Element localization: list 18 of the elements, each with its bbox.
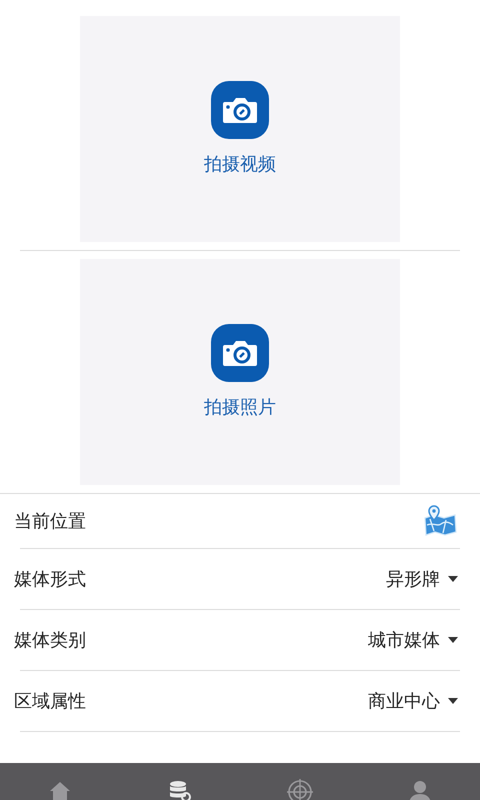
field-label: 当前位置: [14, 510, 86, 532]
dropdown[interactable]: 异形牌: [386, 566, 458, 592]
caret-icon: [448, 698, 458, 704]
field-label: 区域属性: [14, 690, 86, 712]
field-label: 媒体形式: [14, 568, 86, 590]
dropdown[interactable]: 商业中心: [368, 688, 458, 714]
target-icon: [287, 779, 313, 800]
caret-icon: [448, 576, 458, 582]
camera-icon: [211, 80, 269, 138]
person-icon: [407, 779, 433, 800]
map-icon[interactable]: [422, 505, 458, 537]
caret-icon: [448, 637, 458, 643]
field-label: 媒体类别: [14, 628, 86, 652]
camera-icon: [211, 324, 269, 382]
take-photo-button[interactable]: 拍摄照片: [80, 259, 400, 485]
record-video-button[interactable]: 拍摄视频: [80, 16, 400, 242]
database-search-icon: [167, 779, 193, 800]
dropdown[interactable]: 城市媒体: [368, 626, 458, 654]
